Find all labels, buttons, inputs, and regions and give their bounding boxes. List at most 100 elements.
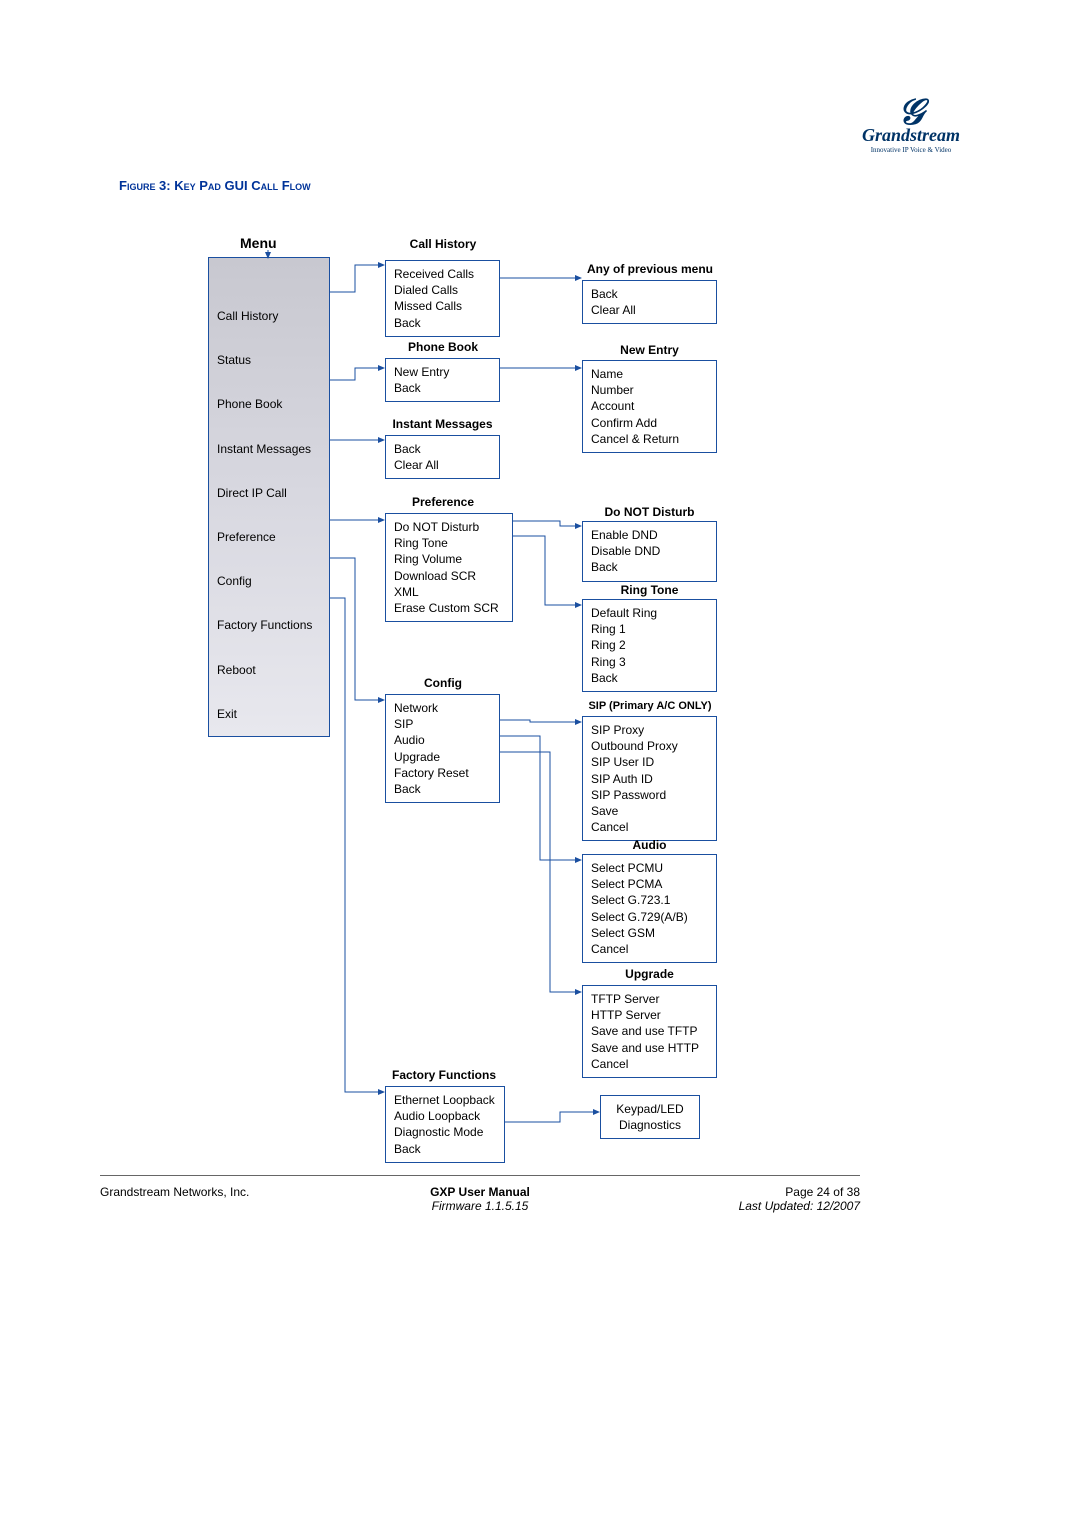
list-item: Ethernet Loopback — [394, 1092, 496, 1108]
list-item: Select PCMA — [591, 876, 708, 892]
list-item: Download SCR XML — [394, 568, 504, 600]
dnd-header: Do NOT Disturb — [582, 505, 717, 519]
instant-messages-box: Back Clear All — [385, 435, 500, 479]
list-item: Ring 2 — [591, 637, 708, 653]
list-item: Confirm Add — [591, 415, 708, 431]
factory-functions-box: Ethernet Loopback Audio Loopback Diagnos… — [385, 1086, 505, 1163]
list-item: TFTP Server — [591, 991, 708, 1007]
ring-tone-header: Ring Tone — [582, 583, 717, 597]
menu-item: Preference — [217, 529, 321, 545]
menu-item: Call History — [217, 308, 321, 324]
list-item: Diagnostic Mode — [394, 1124, 496, 1140]
menu-item: Instant Messages — [217, 441, 321, 457]
new-entry-box: Name Number Account Confirm Add Cancel &… — [582, 360, 717, 453]
list-item: SIP User ID — [591, 754, 708, 770]
any-prev-box: Back Clear All — [582, 280, 717, 324]
list-item: Back — [394, 781, 491, 797]
call-history-header: Call History — [388, 237, 498, 251]
list-item: Name — [591, 366, 708, 382]
footer-updated: Last Updated: 12/2007 — [739, 1199, 860, 1213]
list-item: Back — [591, 559, 708, 575]
list-item: SIP — [394, 716, 491, 732]
list-item: Diagnostics — [609, 1117, 691, 1133]
list-item: Upgrade — [394, 749, 491, 765]
list-item: SIP Password — [591, 787, 708, 803]
config-header: Config — [388, 676, 498, 690]
list-item: Missed Calls — [394, 298, 491, 314]
instant-messages-header: Instant Messages — [385, 417, 500, 431]
grandstream-logo: 𝒢 Grandstream Innovative IP Voice & Vide… — [862, 100, 960, 154]
list-item: Network — [394, 700, 491, 716]
flow-connectors — [0, 0, 1080, 1527]
keypad-diag-box: Keypad/LED Diagnostics — [600, 1095, 700, 1139]
figure-caption: Figure 3: Key Pad GUI Call Flow — [119, 178, 311, 193]
logo-brand: Grandstream — [862, 125, 960, 146]
footer-rule — [100, 1175, 860, 1176]
list-item: Select G.729(A/B) — [591, 909, 708, 925]
list-item: Back — [394, 441, 491, 457]
upgrade-box: TFTP Server HTTP Server Save and use TFT… — [582, 985, 717, 1078]
new-entry-header: New Entry — [582, 343, 717, 357]
menu-header: Menu — [240, 235, 277, 251]
list-item: Select GSM — [591, 925, 708, 941]
audio-box: Select PCMU Select PCMA Select G.723.1 S… — [582, 854, 717, 963]
list-item: Default Ring — [591, 605, 708, 621]
list-item: New Entry — [394, 364, 491, 380]
menu-item: Status — [217, 352, 321, 368]
list-item: Back — [394, 1141, 496, 1157]
list-item: Cancel & Return — [591, 431, 708, 447]
list-item: Cancel — [591, 1056, 708, 1072]
footer-title: GXP User Manual — [100, 1185, 860, 1199]
list-item: Save and use TFTP — [591, 1023, 708, 1039]
list-item: Audio — [394, 732, 491, 748]
list-item: Back — [591, 286, 708, 302]
list-item: HTTP Server — [591, 1007, 708, 1023]
main-menu-box: Call History Status Phone Book Instant M… — [208, 257, 330, 737]
list-item: SIP Auth ID — [591, 771, 708, 787]
menu-item: Phone Book — [217, 396, 321, 412]
menu-item: Direct IP Call — [217, 485, 321, 501]
list-item: Number — [591, 382, 708, 398]
ring-tone-box: Default Ring Ring 1 Ring 2 Ring 3 Back — [582, 599, 717, 692]
list-item: Save and use HTTP — [591, 1040, 708, 1056]
list-item: Dialed Calls — [394, 282, 491, 298]
page: 𝒢 Grandstream Innovative IP Voice & Vide… — [0, 0, 1080, 1527]
menu-item: Exit — [217, 706, 321, 722]
list-item: Back — [591, 670, 708, 686]
list-item: Cancel — [591, 819, 708, 835]
list-item: Audio Loopback — [394, 1108, 496, 1124]
list-item: Ring 3 — [591, 654, 708, 670]
menu-item: Reboot — [217, 662, 321, 678]
sip-box: SIP Proxy Outbound Proxy SIP User ID SIP… — [582, 716, 717, 841]
list-item: Cancel — [591, 941, 708, 957]
preference-header: Preference — [388, 495, 498, 509]
logo-tagline: Innovative IP Voice & Video — [862, 146, 960, 154]
list-item: SIP Proxy — [591, 722, 708, 738]
call-history-box: Received Calls Dialed Calls Missed Calls… — [385, 260, 500, 337]
list-item: Clear All — [591, 302, 708, 318]
list-item: Back — [394, 315, 491, 331]
list-item: Disable DND — [591, 543, 708, 559]
list-item: Clear All — [394, 457, 491, 473]
list-item: Ring Tone — [394, 535, 504, 551]
list-item: Ring 1 — [591, 621, 708, 637]
list-item: Back — [394, 380, 491, 396]
list-item: Factory Reset — [394, 765, 491, 781]
any-prev-header: Any of previous menu — [580, 262, 720, 276]
list-item: Received Calls — [394, 266, 491, 282]
list-item: Save — [591, 803, 708, 819]
list-item: Outbound Proxy — [591, 738, 708, 754]
list-item: Select G.723.1 — [591, 892, 708, 908]
list-item: Ring Volume — [394, 551, 504, 567]
list-item: Erase Custom SCR — [394, 600, 504, 616]
config-box: Network SIP Audio Upgrade Factory Reset … — [385, 694, 500, 803]
upgrade-header: Upgrade — [582, 967, 717, 981]
sip-header: SIP (Primary A/C ONLY) — [575, 700, 725, 712]
phone-book-box: New Entry Back — [385, 358, 500, 402]
list-item: Enable DND — [591, 527, 708, 543]
list-item: Do NOT Disturb — [394, 519, 504, 535]
factory-functions-header: Factory Functions — [385, 1068, 503, 1082]
list-item: Select PCMU — [591, 860, 708, 876]
footer-page: Page 24 of 38 — [785, 1185, 860, 1199]
list-item: Keypad/LED — [609, 1101, 691, 1117]
